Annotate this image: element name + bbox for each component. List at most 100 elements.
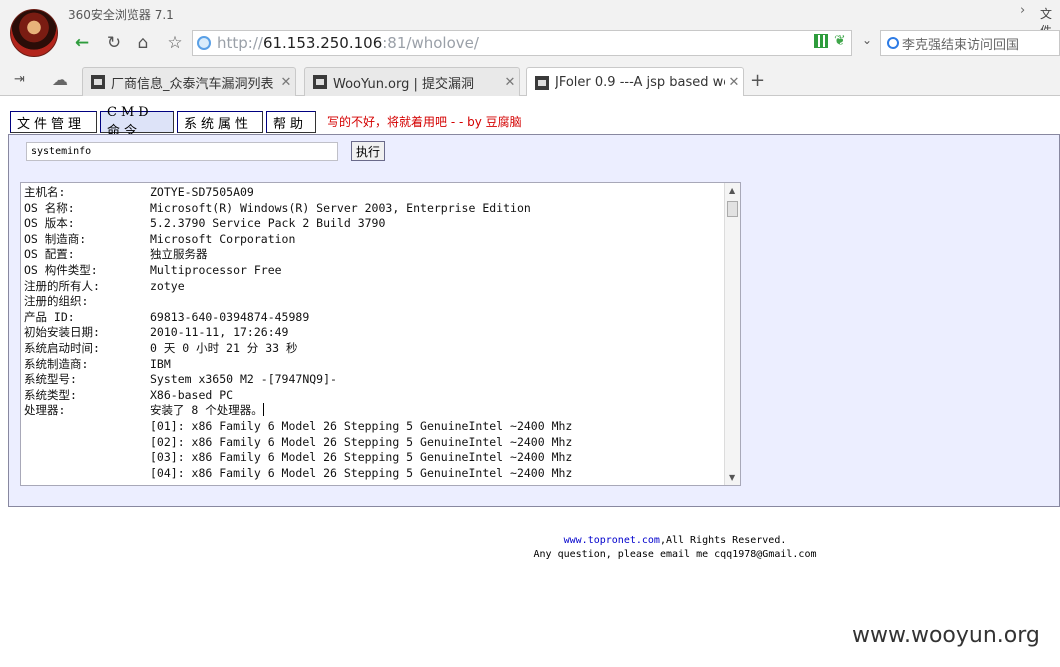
output-value: Microsoft(R) Windows(R) Server 2003, Ent… xyxy=(150,200,531,215)
output-value: X86-based PC xyxy=(150,387,234,402)
search-suggestion: 李克强结束访问回国 xyxy=(902,37,1020,53)
text-caret xyxy=(262,403,264,417)
help-button[interactable]: 帮助 xyxy=(266,111,316,133)
output-key: 产品 ID: xyxy=(24,309,75,324)
footer-link[interactable]: www.topronet.com xyxy=(564,535,660,546)
wooyun-watermark: www.wooyun.org xyxy=(852,623,1040,648)
execute-button[interactable]: 执行 xyxy=(351,141,385,161)
output-value: 5.2.3790 Service Pack 2 Build 3790 xyxy=(150,216,386,231)
output-key xyxy=(24,450,150,466)
command-output-textarea[interactable]: 主机名: ZOTYE-SD7505A09 OS 名称: Microsoft(R) Wi… xyxy=(20,182,741,486)
output-text: 主机名: ZOTYE-SD7505A09 OS 名称: Microsoft(R) Wi… xyxy=(24,185,724,481)
scroll-up-arrow-icon[interactable]: ▲ xyxy=(729,186,735,195)
output-key xyxy=(24,435,150,451)
address-text[interactable]: http://61.153.250.106:81/wholove/ xyxy=(217,34,479,52)
output-value: 69813-640-0394874-45989 xyxy=(150,309,310,324)
output-key: OS 制造商: xyxy=(24,231,87,246)
leaf-icon[interactable]: ❦ xyxy=(834,33,846,49)
output-key: 主机名: xyxy=(24,185,66,199)
output-value: 独立服务器 xyxy=(150,247,208,262)
output-value: [03]: x86 Family 6 Model 26 Stepping 5 G… xyxy=(150,450,573,465)
sidebar-toggle-icon[interactable]: ⇥ xyxy=(14,72,25,87)
output-line: OS 名称: Microsoft(R) Windows(R) Server 200… xyxy=(24,201,724,217)
file-manager-button[interactable]: 文件管理 xyxy=(10,111,97,133)
user-avatar[interactable] xyxy=(10,9,58,57)
address-path: :81/wholove/ xyxy=(382,34,479,52)
output-key: 系统启动时间: xyxy=(24,340,100,355)
output-value: ZOTYE-SD7505A09 xyxy=(150,185,254,199)
output-line: [01]: x86 Family 6 Model 26 Stepping 5 G… xyxy=(24,419,724,435)
footer-copyright: www.topronet.com,All Rights Reserved. xyxy=(290,534,1060,548)
output-line: 系统型号: System x3650 M2 -[7947NQ9]- xyxy=(24,372,724,388)
close-icon[interactable]: ✕ xyxy=(725,75,743,90)
output-value: 安装了 8 个处理器。 xyxy=(150,403,263,418)
tab-label: WooYun.org | 提交漏洞 xyxy=(333,76,475,92)
output-key: OS 版本: xyxy=(24,216,75,231)
new-tab-plus-icon[interactable]: + xyxy=(750,70,765,91)
globe-icon xyxy=(197,36,211,50)
close-icon[interactable]: ✕ xyxy=(277,75,295,90)
command-panel: 执行 主机名: ZOTYE-SD7505A09 OS 名称: Microsoft(R)… xyxy=(8,134,1060,507)
output-key: OS 配置: xyxy=(24,247,75,262)
output-line: 注册的所有人: zotye xyxy=(24,279,724,295)
output-key: 系统型号: xyxy=(24,372,77,387)
address-scheme: http:// xyxy=(217,34,263,52)
output-key: 系统类型: xyxy=(24,387,77,402)
address-bar[interactable]: http://61.153.250.106:81/wholove/ xyxy=(192,30,852,56)
chevron-right-icon[interactable]: › xyxy=(1020,3,1025,18)
tab-zotye-vulns[interactable]: 厂商信息_众泰汽车漏洞列表 | \ ✕ xyxy=(82,67,296,96)
page-favicon-icon xyxy=(535,75,549,90)
output-line: 注册的组织: xyxy=(24,294,724,310)
browser-chrome: 360安全浏览器 7.1 › 文件 ← ↻ ⌂ ☆ http://61.153.… xyxy=(0,0,1060,97)
home-icon[interactable]: ⌂ xyxy=(131,31,155,55)
output-key: 处理器: xyxy=(24,403,66,418)
address-host: 61.153.250.106 xyxy=(262,34,383,52)
output-key: 注册的组织: xyxy=(24,294,89,309)
output-key: OS 名称: xyxy=(24,200,75,215)
tab-label: 厂商信息_众泰汽车漏洞列表 | \ xyxy=(111,76,277,92)
output-line: 产品 ID: 69813-640-0394874-45989 xyxy=(24,310,724,326)
output-line: 系统类型: X86-based PC xyxy=(24,388,724,404)
output-scrollbar[interactable]: ▲ ▼ xyxy=(724,183,740,485)
reload-icon[interactable]: ↻ xyxy=(102,31,126,55)
output-line: [02]: x86 Family 6 Model 26 Stepping 5 G… xyxy=(24,435,724,451)
tab-wooyun-submit[interactable]: WooYun.org | 提交漏洞 ✕ xyxy=(304,67,520,96)
output-line: OS 配置: 独立服务器 xyxy=(24,247,724,263)
output-value: [04]: x86 Family 6 Model 26 Stepping 5 G… xyxy=(150,465,573,480)
output-value: Microsoft Corporation xyxy=(150,231,296,246)
search-icon xyxy=(887,37,899,49)
output-value: zotye xyxy=(150,278,185,293)
close-icon[interactable]: ✕ xyxy=(501,75,519,90)
output-key: 系统制造商: xyxy=(24,356,89,371)
cloud-icon[interactable]: ☁ xyxy=(52,70,68,89)
output-value: IBM xyxy=(150,356,171,371)
output-line: 初始安装日期: 2010-11-11, 17:26:49 xyxy=(24,325,724,341)
output-line: OS 制造商: Microsoft Corporation xyxy=(24,232,724,248)
output-line: OS 版本: 5.2.3790 Service Pack 2 Build 3790 xyxy=(24,216,724,232)
footer-contact: Any question, please email me cqq1978@Gm… xyxy=(533,549,817,560)
output-line: 处理器: 安装了 8 个处理器。 xyxy=(24,403,724,419)
chevron-down-icon[interactable]: ⌄ xyxy=(856,33,878,53)
wooyun-favicon-icon xyxy=(313,75,327,89)
jfoler-menu-bar: 文件管理 CMD命令 系统属性 帮助 写的不好，将就着用吧 - - by 豆腐脑 xyxy=(10,105,522,139)
qr-code-icon[interactable] xyxy=(814,34,828,48)
cmd-command-button[interactable]: CMD命令 xyxy=(100,105,174,139)
output-line: 系统启动时间: 0 天 0 小时 21 分 33 秒 xyxy=(24,341,724,357)
scroll-down-arrow-icon[interactable]: ▼ xyxy=(729,473,735,482)
command-input[interactable] xyxy=(26,142,338,161)
output-key: OS 构件类型: xyxy=(24,262,98,277)
output-line: [04]: x86 Family 6 Model 26 Stepping 5 G… xyxy=(24,466,724,482)
output-value: System x3650 M2 -[7947NQ9]- xyxy=(150,372,337,387)
output-key xyxy=(24,419,150,435)
scrollbar-thumb[interactable] xyxy=(727,201,738,217)
back-arrow-icon[interactable]: ← xyxy=(70,31,94,55)
output-line: [03]: x86 Family 6 Model 26 Stepping 5 G… xyxy=(24,450,724,466)
output-line: OS 构件类型: Multiprocessor Free xyxy=(24,263,724,279)
tab-label: JFoler 0.9 ---A jsp based wel xyxy=(555,75,725,90)
star-icon[interactable]: ☆ xyxy=(163,31,187,55)
system-properties-button[interactable]: 系统属性 xyxy=(177,111,263,133)
output-line: 主机名: ZOTYE-SD7505A09 xyxy=(24,185,724,201)
tab-jfoler[interactable]: JFoler 0.9 ---A jsp based wel ✕ xyxy=(526,67,744,97)
output-value: Multiprocessor Free xyxy=(150,262,282,277)
search-input[interactable]: 李克强结束访问回国 xyxy=(880,30,1060,56)
